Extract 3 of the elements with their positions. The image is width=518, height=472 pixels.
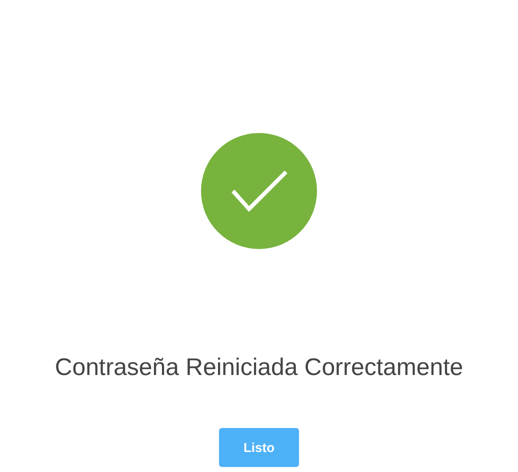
done-button[interactable]: Listo	[219, 428, 299, 467]
success-check-icon	[201, 133, 317, 249]
success-message: Contraseña Reiniciada Correctamente	[54, 354, 464, 382]
